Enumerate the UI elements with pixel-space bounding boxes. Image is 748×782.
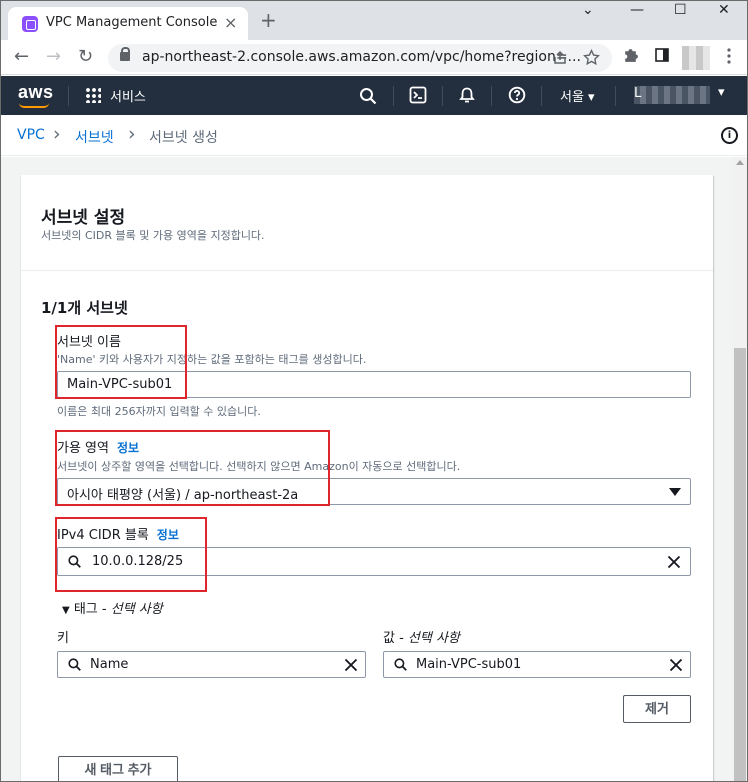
share-icon[interactable] bbox=[552, 50, 568, 66]
new-tab-button[interactable]: + bbox=[260, 8, 277, 32]
close-window-button[interactable]: ✕ bbox=[718, 2, 730, 18]
subnet-name-constraint: 이름은 최대 256자까지 입력할 수 있습니다. bbox=[57, 405, 261, 418]
tab-title: VPC Management Console bbox=[46, 15, 218, 30]
az-label: 가용 영역 정보 bbox=[57, 437, 139, 456]
scroll-up-arrow-icon[interactable] bbox=[736, 160, 744, 165]
add-new-tag-button[interactable]: 새 태그 추가 bbox=[58, 756, 178, 782]
cloudshell-icon[interactable] bbox=[409, 86, 427, 104]
subnet-name-value: Main-VPC-sub01 bbox=[67, 377, 173, 392]
breadcrumb-vpc[interactable]: VPC bbox=[17, 127, 45, 143]
clear-icon[interactable] bbox=[344, 658, 358, 672]
back-button[interactable]: ← bbox=[14, 46, 29, 67]
chrome-menu-icon[interactable] bbox=[726, 47, 732, 65]
browser-toolbar: ← → ↻ ap-northeast-2.console.aws.amazon.… bbox=[0, 40, 748, 75]
nav-divider bbox=[442, 86, 443, 106]
clear-icon[interactable] bbox=[667, 555, 681, 569]
az-selected-value: 아시아 태평양 (서울) / ap-northeast-2a bbox=[67, 488, 299, 503]
nav-divider bbox=[615, 86, 616, 106]
profile-avatar-blurred[interactable] bbox=[682, 46, 710, 70]
nav-divider bbox=[68, 86, 69, 106]
minimize-button[interactable]: — bbox=[630, 2, 644, 18]
subnet-count-title: 1/1개 서브넷 bbox=[41, 299, 128, 317]
tag-key-value: Name bbox=[90, 657, 129, 672]
az-select[interactable]: 아시아 태평양 (서울) / ap-northeast-2a bbox=[57, 478, 691, 505]
tab-search-icon[interactable]: ⌄ bbox=[582, 2, 594, 18]
nav-divider bbox=[541, 86, 542, 106]
subnet-name-description: 'Name' 키와 사용자가 지정하는 값을 포함하는 태그를 생성합니다. bbox=[57, 351, 366, 367]
vpc-favicon-icon bbox=[22, 16, 38, 32]
aws-smile-logo-icon bbox=[19, 103, 49, 108]
notifications-bell-icon[interactable] bbox=[458, 86, 476, 104]
expand-caret-icon: ▼ bbox=[62, 605, 70, 616]
name-desc-text: 키와 사용자가 지정하는 값을 포함하는 태그를 생성합니다. bbox=[95, 353, 367, 366]
search-icon bbox=[68, 555, 81, 568]
browser-tab[interactable]: VPC Management Console × bbox=[8, 7, 248, 40]
forward-button[interactable]: → bbox=[46, 46, 61, 67]
search-icon bbox=[394, 658, 407, 671]
subnet-name-input[interactable]: Main-VPC-sub01 bbox=[57, 371, 691, 398]
aws-top-nav: aws 서비스 서울 ▾ L ▾ bbox=[0, 76, 748, 115]
maximize-button[interactable]: ☐ bbox=[674, 2, 687, 18]
side-panel-icon[interactable] bbox=[654, 47, 670, 63]
url-text: ap-northeast-2.console.aws.amazon.com/vp… bbox=[142, 49, 581, 65]
search-icon[interactable] bbox=[359, 87, 377, 105]
account-initial: L bbox=[634, 86, 642, 101]
services-grid-icon[interactable] bbox=[85, 87, 101, 103]
scrollbar-thumb[interactable] bbox=[734, 348, 746, 782]
clear-icon[interactable] bbox=[669, 658, 683, 672]
browser-tab-strip: VPC Management Console × + ⌄ — ☐ ✕ bbox=[0, 0, 748, 40]
cidr-input[interactable]: 10.0.0.128/25 bbox=[57, 547, 691, 576]
extensions-puzzle-icon[interactable] bbox=[622, 47, 639, 64]
cidr-label-text: IPv4 CIDR 블록 bbox=[57, 528, 149, 543]
address-bar[interactable]: ap-northeast-2.console.aws.amazon.com/vp… bbox=[108, 44, 612, 72]
tag-value-value: Main-VPC-sub01 bbox=[416, 657, 522, 672]
tags-expander[interactable]: ▼ 태그 - 선택 사항 bbox=[62, 598, 163, 617]
tag-value-header-optional: 선택 사항 bbox=[407, 631, 460, 646]
dropdown-caret-icon bbox=[669, 488, 681, 496]
panel-title: 서브넷 설정 bbox=[41, 208, 126, 228]
az-info-link[interactable]: 정보 bbox=[117, 441, 139, 455]
panel-divider bbox=[21, 270, 713, 271]
tags-optional-label: 선택 사항 bbox=[110, 602, 163, 617]
tag-key-header: 키 bbox=[57, 631, 69, 646]
services-menu[interactable]: 서비스 bbox=[110, 86, 146, 105]
tags-label: 태그 - bbox=[73, 602, 111, 617]
panel-description: 서브넷의 CIDR 블록 및 가용 영역을 지정합니다. bbox=[41, 229, 265, 242]
tag-key-input[interactable]: Name bbox=[57, 651, 366, 678]
info-panel-icon[interactable]: i bbox=[721, 127, 738, 144]
tag-value-header-text: 값 - bbox=[383, 631, 408, 646]
breadcrumb-separator-icon: › bbox=[53, 123, 61, 145]
account-caret-icon[interactable]: ▾ bbox=[718, 85, 725, 100]
reload-button[interactable]: ↻ bbox=[78, 46, 93, 67]
tab-close-icon[interactable]: × bbox=[224, 13, 237, 32]
az-description: 서브넷이 상주할 영역을 선택합니다. 선택하지 않으면 Amazon이 자동으… bbox=[57, 460, 461, 473]
az-label-text: 가용 영역 bbox=[57, 441, 109, 456]
help-question-icon[interactable] bbox=[508, 86, 526, 104]
cidr-value: 10.0.0.128/25 bbox=[92, 554, 184, 569]
account-menu-blurred[interactable] bbox=[634, 86, 710, 104]
breadcrumb: VPC › 서브넷 › 서브넷 생성 bbox=[0, 115, 748, 156]
tag-value-header: 값 - 선택 사항 bbox=[383, 627, 460, 646]
breadcrumb-create-subnet: 서브넷 생성 bbox=[149, 130, 218, 146]
remove-tag-button[interactable]: 제거 bbox=[623, 695, 691, 723]
lock-icon bbox=[120, 47, 130, 61]
cidr-info-link[interactable]: 정보 bbox=[157, 528, 179, 542]
search-icon bbox=[68, 658, 81, 671]
subnet-name-label: 서브넷 이름 bbox=[57, 335, 121, 350]
nav-divider bbox=[491, 86, 492, 106]
name-key-text: 'Name' bbox=[57, 353, 96, 366]
cidr-label: IPv4 CIDR 블록 정보 bbox=[57, 524, 179, 543]
breadcrumb-subnets[interactable]: 서브넷 bbox=[75, 127, 114, 147]
tag-value-input[interactable]: Main-VPC-sub01 bbox=[383, 651, 691, 678]
bookmark-star-icon[interactable] bbox=[583, 49, 600, 66]
breadcrumb-separator-icon: › bbox=[128, 123, 136, 145]
aws-logo[interactable]: aws bbox=[18, 82, 54, 103]
nav-divider bbox=[393, 86, 394, 106]
region-selector[interactable]: 서울 ▾ bbox=[560, 86, 595, 105]
